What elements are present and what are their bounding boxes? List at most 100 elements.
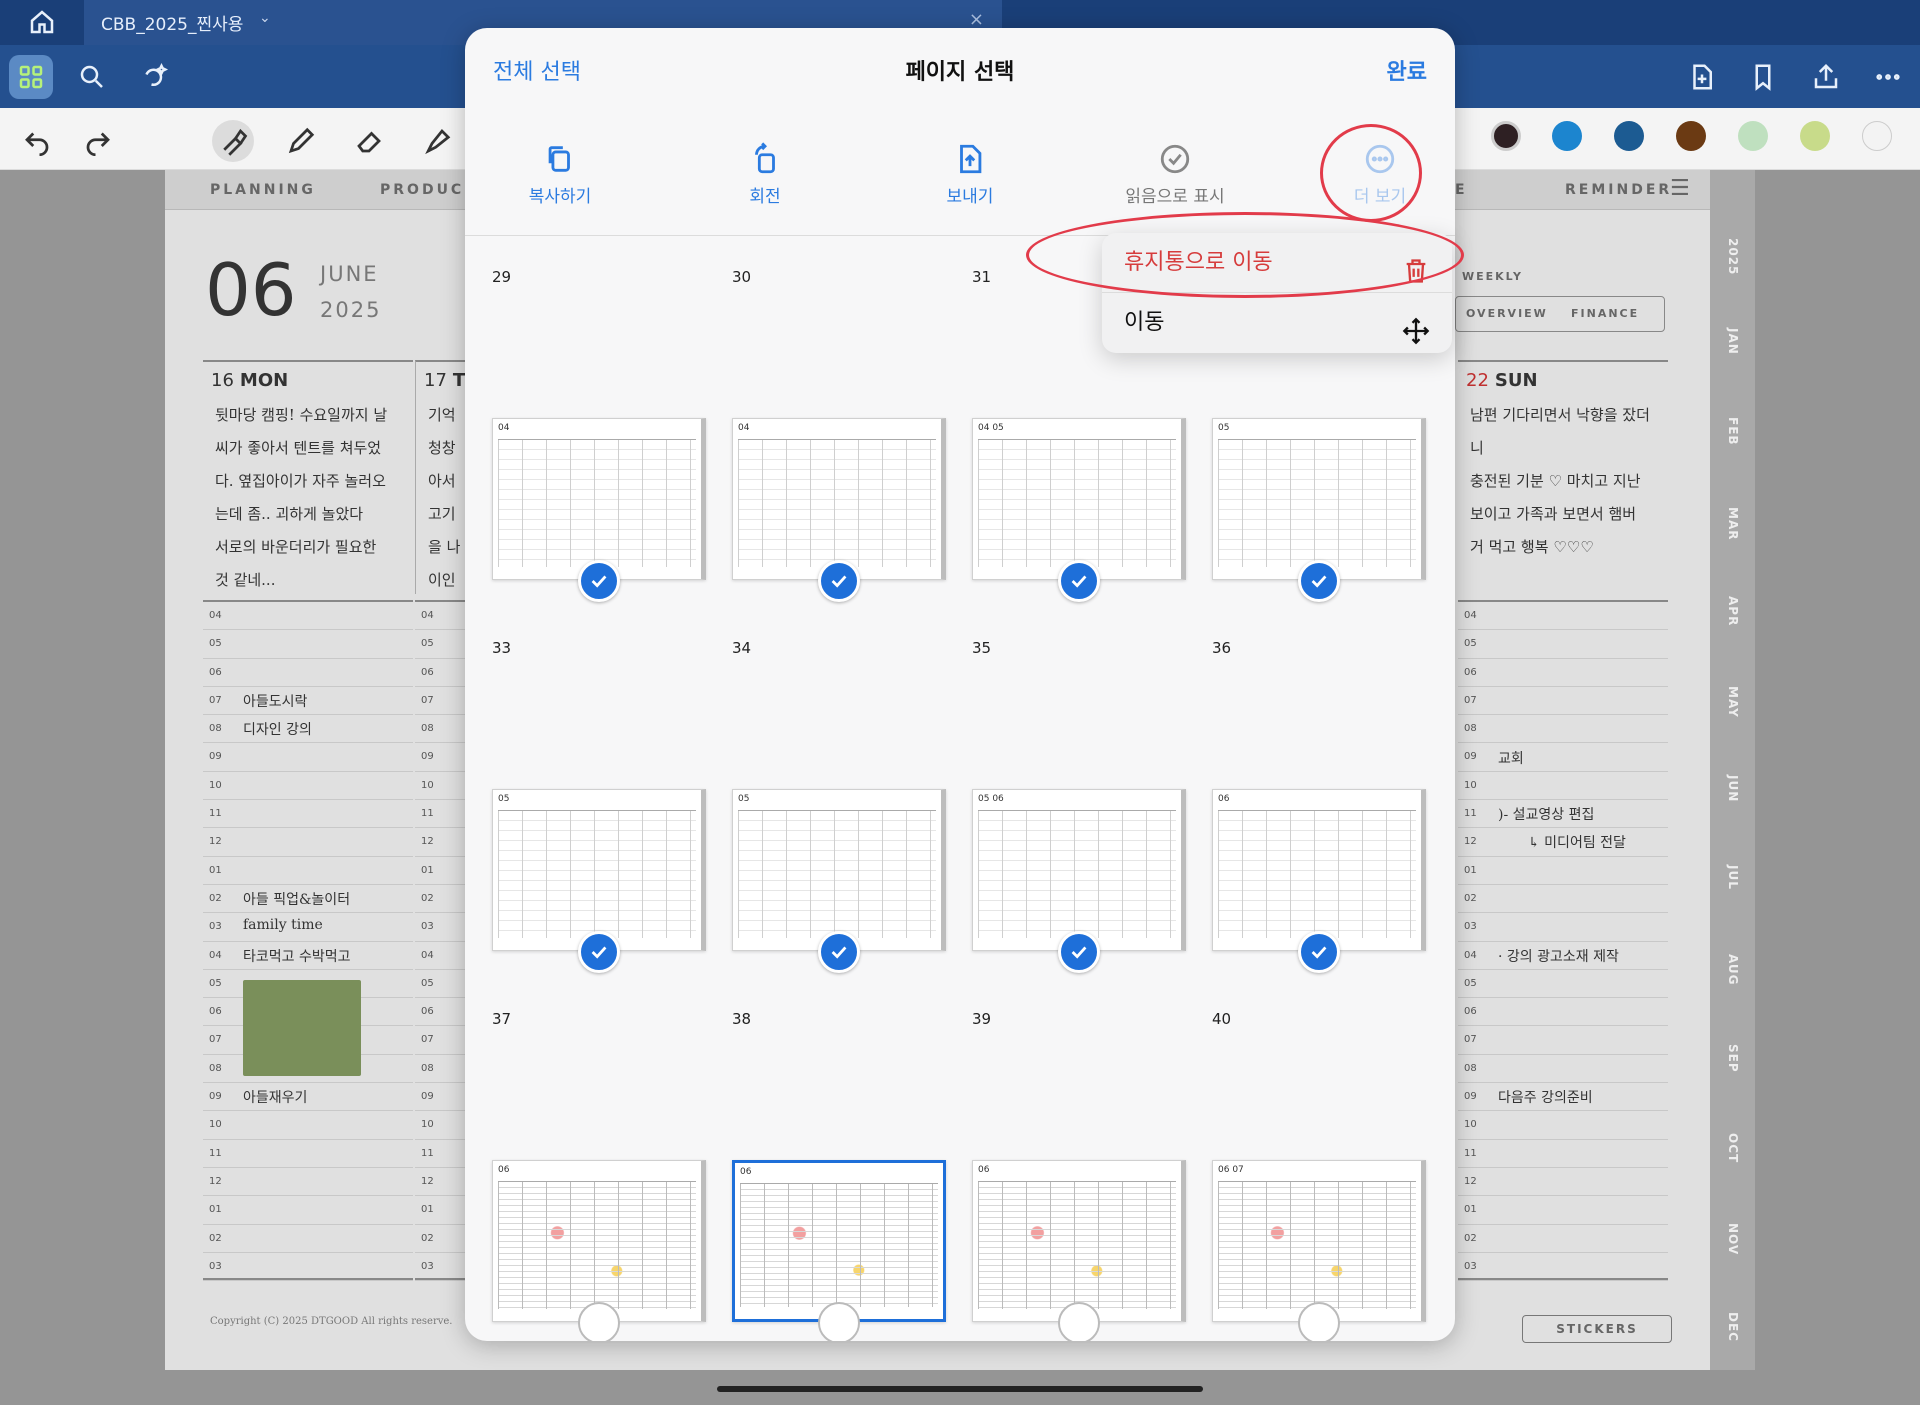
hour-label: 12	[1458, 1168, 1668, 1197]
day-header-mon: 16 MON	[203, 362, 413, 399]
page-thumbnail[interactable]: 04	[732, 418, 946, 580]
page-thumbnail[interactable]: 05	[492, 789, 706, 951]
page-cell[interactable]: 38 06	[732, 1010, 946, 1341]
checkmark-icon[interactable]	[1298, 560, 1340, 602]
rotate-action[interactable]: 회전	[690, 142, 840, 207]
close-tab-icon[interactable]: ×	[969, 9, 984, 30]
month-tab[interactable]: MAY	[1726, 686, 1740, 718]
undo-button[interactable]	[16, 120, 58, 162]
add-page-icon	[1693, 64, 1712, 90]
finance-button[interactable]: FINANCE	[1571, 307, 1639, 320]
page-thumbnail[interactable]: 06	[972, 1160, 1186, 1322]
planner-tab-planning[interactable]: PLANNING	[210, 182, 316, 198]
month-tab[interactable]: JUL	[1726, 865, 1740, 890]
done-button[interactable]: 완료	[1387, 54, 1427, 86]
page-cell[interactable]: 37 06	[492, 1010, 706, 1341]
month-tab[interactable]: MAR	[1726, 507, 1740, 540]
page-cell[interactable]: 35 05 06	[972, 639, 1186, 999]
planner-tab-production[interactable]: PRODUC	[380, 182, 464, 198]
month-tab[interactable]: NOV	[1726, 1223, 1740, 1255]
page-cell[interactable]: 40 06 07	[1212, 1010, 1426, 1341]
checkmark-icon[interactable]	[1058, 560, 1100, 602]
overview-button[interactable]: OVERVIEW	[1466, 307, 1548, 320]
move-item[interactable]: 이동	[1102, 293, 1452, 353]
page-thumbnail[interactable]: 04 05	[972, 418, 1186, 580]
color-swatch-brown[interactable]	[1676, 121, 1706, 151]
eraser-tool[interactable]	[348, 120, 390, 162]
copy-action[interactable]: 복사하기	[485, 142, 635, 207]
checkmark-icon[interactable]	[578, 931, 620, 973]
chevron-down-icon[interactable]: ⌄	[259, 10, 271, 26]
page-thumbnail[interactable]: 06	[1212, 789, 1426, 951]
home-button[interactable]	[20, 0, 64, 44]
export-action[interactable]: 보내기	[895, 142, 1045, 207]
mark-read-action[interactable]: 읽음으로 표시	[1100, 142, 1250, 207]
stickers-button[interactable]: STICKERS	[1522, 1315, 1672, 1343]
page-cell[interactable]: 33 05	[492, 639, 706, 999]
page-cell[interactable]: 39 06	[972, 1010, 1186, 1341]
share-button[interactable]	[1804, 55, 1848, 99]
planner-tab-reminder[interactable]: REMINDER	[1565, 182, 1672, 198]
checkmark-icon[interactable]	[1058, 931, 1100, 973]
search-button[interactable]	[70, 55, 114, 99]
page-cell[interactable]: 34 05	[732, 639, 946, 999]
page-thumbnail[interactable]: 06 07	[1212, 1160, 1426, 1322]
page-cell[interactable]: 29 04	[492, 268, 706, 628]
checkmark-icon[interactable]	[1298, 931, 1340, 973]
hour-label: 03	[203, 1253, 413, 1282]
page-thumbnail[interactable]: 04	[492, 418, 706, 580]
hour-label: 11	[203, 800, 413, 829]
checkmark-icon[interactable]	[818, 560, 860, 602]
month-tab[interactable]: JAN	[1726, 328, 1740, 355]
planner-tab-e[interactable]: E	[1455, 182, 1468, 198]
color-swatch-blue[interactable]	[1552, 121, 1582, 151]
page-thumbnail[interactable]: 05 06	[972, 789, 1186, 951]
hour-label: 01	[1458, 857, 1668, 885]
fountain-pen-tool[interactable]	[212, 120, 254, 162]
add-page-button[interactable]	[1680, 55, 1724, 99]
page-cell[interactable]: 36 06	[1212, 639, 1426, 999]
color-swatch-lime[interactable]	[1800, 121, 1830, 151]
highlighter-tool[interactable]	[416, 120, 458, 162]
copyright-text: Copyright (C) 2025 DTGOOD All rights res…	[210, 1316, 453, 1327]
day-notes-mon: 뒷마당 캠핑! 수요일까지 날 씨가 좋아서 텐트를 쳐두었 다. 옆집아이가 …	[203, 399, 413, 594]
month-tab[interactable]: APR	[1726, 596, 1740, 626]
thumbnail-grid	[498, 1181, 696, 1309]
color-swatch-mint[interactable]	[1738, 121, 1768, 151]
redo-button[interactable]	[77, 120, 119, 162]
month-tab[interactable]: AUG	[1726, 954, 1740, 986]
more-options-button[interactable]	[1866, 55, 1910, 99]
unchecked-circle-icon[interactable]	[1058, 1302, 1100, 1341]
mark-read-label: 읽음으로 표시	[1125, 187, 1225, 207]
page-thumbnail[interactable]: 05	[732, 789, 946, 951]
hour-label: 12	[203, 1168, 413, 1197]
page-cell[interactable]: 30 04	[732, 268, 946, 628]
month-tab[interactable]: DEC	[1726, 1312, 1740, 1342]
checkmark-icon[interactable]	[818, 931, 860, 973]
ai-lasso-button[interactable]	[132, 55, 176, 99]
hour-label: 05	[1458, 630, 1668, 659]
pencil-tool[interactable]	[280, 120, 322, 162]
month-tab[interactable]: JUN	[1726, 775, 1740, 802]
checkmark-icon[interactable]	[578, 560, 620, 602]
weekly-buttons: OVERVIEW FINANCE	[1455, 296, 1665, 332]
home-indicator	[717, 1386, 1203, 1392]
day-notes-sun: 남편 기다리면서 낙향을 잤더니 충전된 기분 ♡ 마치고 지난 보이고 가족과…	[1458, 399, 1668, 594]
page-thumbnail[interactable]: 06	[732, 1160, 946, 1322]
page-thumbnail[interactable]: 06	[492, 1160, 706, 1322]
grid-view-button[interactable]	[9, 55, 53, 99]
color-swatch-white[interactable]	[1862, 121, 1892, 151]
unchecked-circle-icon[interactable]	[1298, 1302, 1340, 1341]
month-tab[interactable]: FEB	[1726, 417, 1740, 446]
month-tab[interactable]: OCT	[1726, 1133, 1740, 1163]
hour-column-mon: 04 05 06 07 08 09 10 11 12 01 02 03 04 05 06 07 08 09 10 11…	[203, 600, 413, 1282]
color-swatch-navy[interactable]	[1614, 121, 1644, 151]
hamburger-menu-icon[interactable]: ☰	[1670, 176, 1690, 201]
bookmark-button[interactable]	[1741, 55, 1785, 99]
color-swatch-black[interactable]	[1491, 121, 1521, 151]
month-tab[interactable]: 2025	[1726, 238, 1740, 275]
unchecked-circle-icon[interactable]	[818, 1302, 860, 1341]
unchecked-circle-icon[interactable]	[578, 1302, 620, 1341]
page-thumbnail[interactable]: 05	[1212, 418, 1426, 580]
month-tab[interactable]: SEP	[1726, 1044, 1740, 1073]
